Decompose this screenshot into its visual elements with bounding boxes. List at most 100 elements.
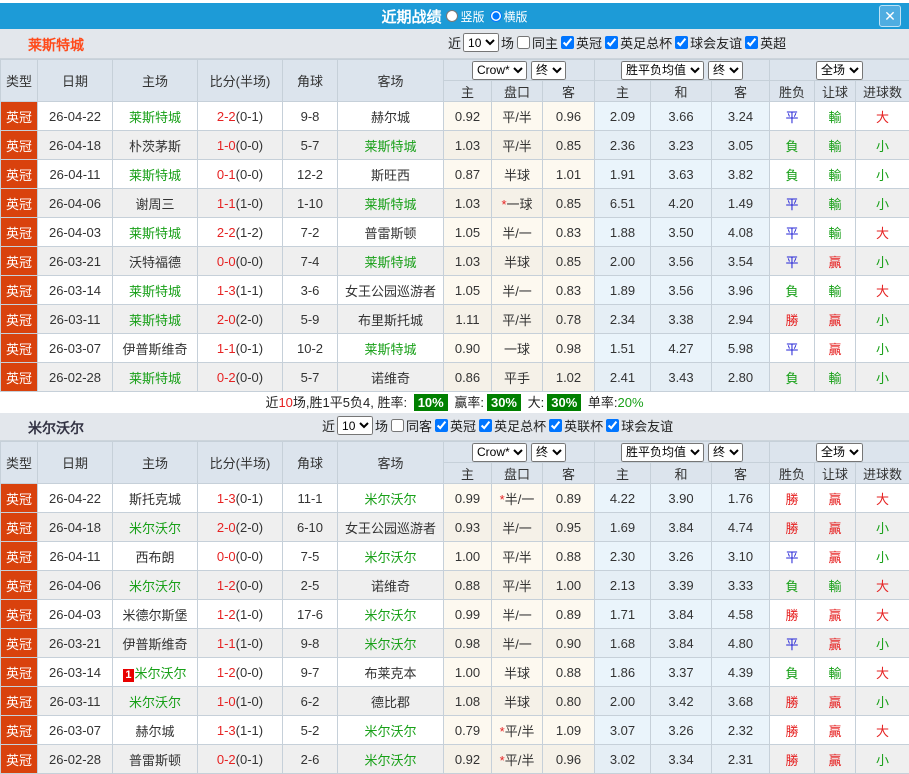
league-badge: 英冠 xyxy=(1,687,38,716)
avg-lose: 3.68 xyxy=(712,687,770,716)
odds-home: 1.05 xyxy=(444,276,492,305)
match-row: 英冠26-03-07伊普斯维奇1-1(0-1)10-2莱斯特城0.90一球0.9… xyxy=(1,334,909,363)
result-goals: 小 xyxy=(856,542,909,571)
league-filter-friendly[interactable]: 球会友谊 xyxy=(674,33,742,52)
halftime-score: (2-0) xyxy=(236,520,263,535)
avg-draw: 3.39 xyxy=(651,571,712,600)
league-checkbox[interactable] xyxy=(435,419,448,432)
layout-option-horizontal[interactable]: 横版 xyxy=(490,8,528,25)
match-count-select[interactable]: 10 xyxy=(337,416,373,435)
scope-select[interactable]: 全场 xyxy=(816,61,863,80)
league-filter-facup[interactable]: 英足总杯 xyxy=(478,416,546,435)
avg-draw: 3.84 xyxy=(651,629,712,658)
matches-table-2: 类型 日期 主场 比分(半场) 角球 客场 Crow*终 胜平负均值终 全场 主… xyxy=(0,441,909,774)
score: 1-2(0-0) xyxy=(198,658,283,687)
odds-final-select[interactable]: 终 xyxy=(531,61,566,80)
close-icon: ✕ xyxy=(884,8,896,24)
summary-record: 场,胜1平5负4, 胜率: xyxy=(293,395,407,410)
league-filter-championship[interactable]: 英冠 xyxy=(560,33,602,52)
same-home-checkbox[interactable] xyxy=(517,36,530,49)
same-away-label: 同客 xyxy=(406,416,432,435)
layout-option-vertical[interactable]: 竖版 xyxy=(446,8,484,25)
avg-lose: 2.80 xyxy=(712,363,770,392)
avg-win: 1.86 xyxy=(595,658,651,687)
league-badge: 英冠 xyxy=(1,716,38,745)
match-date: 26-03-07 xyxy=(38,716,113,745)
result-handicap: 贏 xyxy=(815,305,856,334)
result-wl: 平 xyxy=(770,102,815,131)
home-team-name: 米尔沃尔 xyxy=(135,666,187,681)
vertical-layout-radio[interactable] xyxy=(446,10,458,22)
match-count-select[interactable]: 10 xyxy=(463,33,499,52)
odds-company-select[interactable]: Crow* xyxy=(472,61,527,80)
league-filter-premier[interactable]: 英超 xyxy=(744,33,786,52)
odds-away: 0.88 xyxy=(543,542,595,571)
home-team: 普雷斯顿 xyxy=(113,745,198,774)
result-wl: 負 xyxy=(770,658,815,687)
corner-score: 6-10 xyxy=(283,513,338,542)
away-team: 赫尔城 xyxy=(338,102,444,131)
col-score: 比分(半场) xyxy=(198,442,283,484)
halftime-score: (0-0) xyxy=(236,138,263,153)
match-row: 英冠26-04-18米尔沃尔2-0(2-0)6-10女王公园巡游者0.93半/一… xyxy=(1,513,909,542)
league-checkbox[interactable] xyxy=(479,419,492,432)
league-checkbox[interactable] xyxy=(745,36,758,49)
score: 1-2(0-0) xyxy=(198,571,283,600)
same-away-filter[interactable]: 同客 xyxy=(390,416,432,435)
odds-company-select[interactable]: Crow* xyxy=(472,443,527,462)
avg-final-select[interactable]: 终 xyxy=(708,443,743,462)
match-date: 26-04-18 xyxy=(38,131,113,160)
same-away-checkbox[interactable] xyxy=(391,419,404,432)
same-home-filter[interactable]: 同主 xyxy=(516,33,558,52)
corner-score: 5-7 xyxy=(283,363,338,392)
result-handicap: 輸 xyxy=(815,131,856,160)
odds-away: 1.09 xyxy=(543,716,595,745)
home-team-name: 莱斯特城 xyxy=(129,313,181,328)
league-checkbox[interactable] xyxy=(561,36,574,49)
odds-away: 0.80 xyxy=(543,687,595,716)
odds-home: 1.11 xyxy=(444,305,492,334)
halftime-score: (1-1) xyxy=(236,283,263,298)
avg-win: 2.00 xyxy=(595,247,651,276)
matches-table-1: 类型 日期 主场 比分(半场) 角球 客场 Crow*终 胜平负均值终 全场 主… xyxy=(0,59,909,392)
away-team-name: 女王公园巡游者 xyxy=(345,521,436,536)
close-button[interactable]: ✕ xyxy=(879,5,901,27)
match-date: 26-03-07 xyxy=(38,334,113,363)
avg-win: 2.34 xyxy=(595,305,651,334)
filter-controls-1: 近 10 场 同主 英冠 英足总杯 球会友谊 英超 xyxy=(448,33,786,52)
league-checkbox[interactable] xyxy=(675,36,688,49)
avg-odds-select[interactable]: 胜平负均值 xyxy=(621,443,704,462)
horizontal-layout-radio[interactable] xyxy=(490,10,502,22)
league-checkbox[interactable] xyxy=(606,419,619,432)
league-filter-facup[interactable]: 英足总杯 xyxy=(604,33,672,52)
corner-score: 11-1 xyxy=(283,484,338,513)
league-filter-friendly[interactable]: 球会友谊 xyxy=(605,416,673,435)
avg-odds-select[interactable]: 胜平负均值 xyxy=(621,61,704,80)
league-checkbox[interactable] xyxy=(549,419,562,432)
odds-home: 0.79 xyxy=(444,716,492,745)
games-label: 场 xyxy=(501,33,514,52)
corner-score: 12-2 xyxy=(283,160,338,189)
avg-win: 1.69 xyxy=(595,513,651,542)
odds-final-select[interactable]: 终 xyxy=(531,443,566,462)
corner-score: 9-7 xyxy=(283,658,338,687)
avg-final-select[interactable]: 终 xyxy=(708,61,743,80)
odds-away: 1.01 xyxy=(543,160,595,189)
halftime-score: (0-1) xyxy=(236,341,263,356)
avg-draw: 3.84 xyxy=(651,600,712,629)
corner-score: 7-2 xyxy=(283,218,338,247)
avg-draw: 3.26 xyxy=(651,716,712,745)
handicap-value: 平手 xyxy=(504,371,530,386)
odds-away: 0.85 xyxy=(543,189,595,218)
league-filter-leaguecup[interactable]: 英联杯 xyxy=(548,416,603,435)
handicap: *一球 xyxy=(492,189,543,218)
scope-select[interactable]: 全场 xyxy=(816,443,863,462)
league-filter-championship[interactable]: 英冠 xyxy=(434,416,476,435)
fulltime-score: 1-3 xyxy=(217,491,236,506)
match-date: 26-03-21 xyxy=(38,247,113,276)
result-wl: 平 xyxy=(770,542,815,571)
league-badge: 英冠 xyxy=(1,160,38,189)
fulltime-score: 1-2 xyxy=(217,607,236,622)
league-checkbox[interactable] xyxy=(605,36,618,49)
halftime-score: (1-0) xyxy=(236,196,263,211)
